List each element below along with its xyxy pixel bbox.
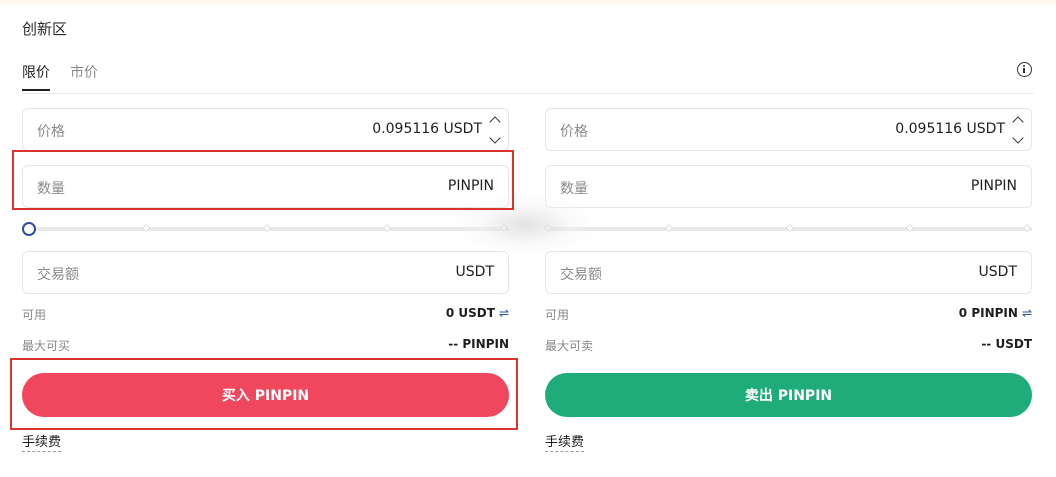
chevron-up-icon[interactable] bbox=[489, 115, 501, 128]
info-icon[interactable] bbox=[1017, 62, 1032, 77]
sell-price-value: 0.095116 USDT bbox=[895, 121, 1005, 137]
buy-available-value-wrap: 0 USDT ⇌ bbox=[446, 306, 509, 320]
sell-quantity-field[interactable]: 数量 PINPIN bbox=[545, 165, 1032, 208]
sell-amount-field[interactable]: 交易额 USDT bbox=[545, 251, 1032, 294]
buy-max-label: 最大可买 bbox=[22, 339, 71, 353]
buy-button[interactable]: 买入 PINPIN bbox=[22, 373, 509, 417]
sell-button[interactable]: 卖出 PINPIN bbox=[545, 373, 1032, 417]
buy-price-stepper bbox=[486, 109, 508, 150]
buy-price-field[interactable]: 价格 0.095116 USDT bbox=[22, 108, 509, 151]
sell-max-label: 最大可卖 bbox=[545, 339, 594, 353]
buy-quantity-unit: PINPIN bbox=[447, 178, 494, 194]
sell-available-label: 可用 bbox=[545, 308, 570, 322]
slider-thumb[interactable] bbox=[22, 222, 36, 236]
sell-amount-label: 交易额 bbox=[560, 267, 602, 283]
swap-arrows-icon[interactable]: ⇌ bbox=[499, 306, 509, 320]
sell-percent-slider[interactable] bbox=[543, 222, 1032, 236]
tab-market[interactable]: 市价 bbox=[70, 62, 98, 82]
swap-arrows-icon[interactable]: ⇌ bbox=[1022, 306, 1032, 320]
chevron-down-icon[interactable] bbox=[1012, 132, 1024, 144]
sell-amount-unit: USDT bbox=[978, 264, 1017, 280]
sell-price-stepper bbox=[1009, 109, 1031, 150]
sell-available-row: 可用 0 PINPIN ⇌ bbox=[545, 306, 1032, 324]
top-strip bbox=[0, 0, 1056, 8]
sell-available-value-wrap: 0 PINPIN ⇌ bbox=[959, 306, 1032, 320]
zone-title: 创新区 bbox=[22, 20, 68, 38]
order-type-tabs: 限价 市价 bbox=[22, 60, 1034, 94]
tab-limit[interactable]: 限价 bbox=[22, 62, 50, 91]
buy-fee-link[interactable]: 手续费 bbox=[22, 431, 62, 452]
buy-available-value: 0 USDT bbox=[445, 306, 495, 320]
sell-fee-link[interactable]: 手续费 bbox=[545, 431, 585, 452]
buy-amount-unit: USDT bbox=[455, 264, 494, 280]
buy-available-row: 可用 0 USDT ⇌ bbox=[22, 306, 509, 324]
buy-quantity-field[interactable]: 数量 PINPIN bbox=[22, 165, 509, 208]
sell-price-field[interactable]: 价格 0.095116 USDT bbox=[545, 108, 1032, 151]
buy-max-value: -- PINPIN bbox=[448, 337, 509, 351]
buy-amount-field[interactable]: 交易额 USDT bbox=[22, 251, 509, 294]
buy-price-value: 0.095116 USDT bbox=[372, 121, 482, 137]
buy-quantity-label: 数量 bbox=[37, 181, 65, 197]
buy-percent-slider[interactable] bbox=[22, 222, 509, 236]
sell-max-row: 最大可卖 -- USDT bbox=[545, 337, 1032, 355]
chevron-up-icon[interactable] bbox=[1012, 115, 1024, 128]
sell-quantity-label: 数量 bbox=[560, 181, 588, 197]
buy-available-label: 可用 bbox=[22, 308, 47, 322]
sell-max-value: -- USDT bbox=[981, 337, 1032, 351]
buy-max-row: 最大可买 -- PINPIN bbox=[22, 337, 509, 355]
chevron-down-icon[interactable] bbox=[489, 132, 501, 144]
buy-amount-label: 交易额 bbox=[37, 267, 79, 283]
buy-price-label: 价格 bbox=[37, 124, 65, 140]
sell-available-value: 0 PINPIN bbox=[958, 306, 1018, 320]
sell-price-label: 价格 bbox=[560, 124, 588, 140]
sell-quantity-unit: PINPIN bbox=[970, 178, 1017, 194]
